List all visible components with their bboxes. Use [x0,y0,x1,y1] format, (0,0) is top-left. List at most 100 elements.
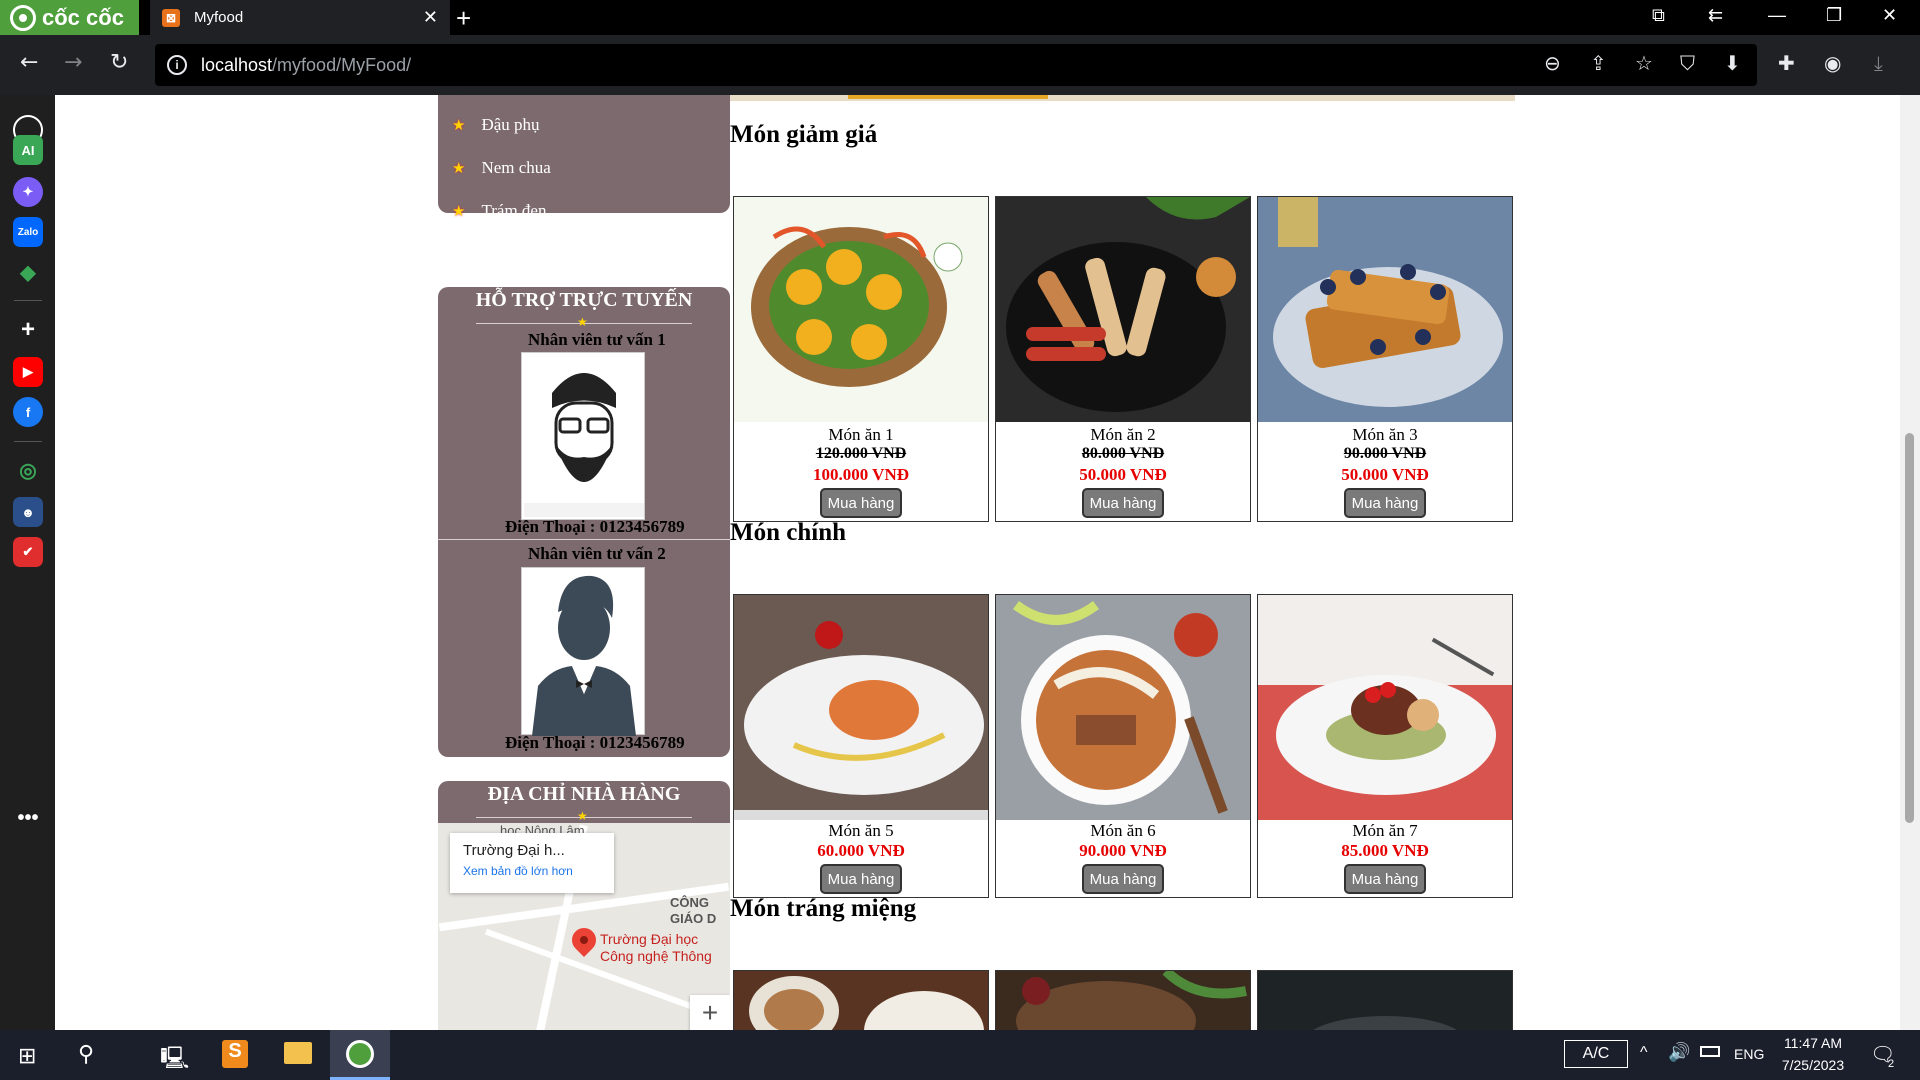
product-price: 90.000 VNĐ [1079,841,1167,860]
category-item-tram-den[interactable]: ★ Trám đen [452,201,546,221]
product-image [734,197,988,422]
forward-arrow-icon[interactable]: → [64,50,82,75]
scrollbar-thumb[interactable] [1905,433,1914,823]
sidebar-divider [14,300,42,301]
youtube-icon[interactable]: ▶ [13,357,43,387]
maximize-button[interactable]: ❐ [1826,5,1842,26]
ai-icon[interactable]: AI [13,135,43,165]
facebook-icon[interactable]: f [13,397,43,427]
zoom-out-icon[interactable]: ⊖ [1544,51,1561,75]
category-label: Nem chua [481,158,551,177]
product-card: Món ăn 7 85.000 VNĐ Mua hàng [1257,594,1513,898]
volume-icon[interactable]: 🔊 [1668,1042,1690,1063]
browser-tab-bar: cốc cốc ⊠ Myfood ✕ + ⧉ ⇇ — ❐ ✕ [0,0,1920,35]
windows-start-icon[interactable]: ⊞ [18,1043,36,1069]
product-old-price: 120.000 VNĐ [815,445,907,462]
profile-icon[interactable]: ◉ [1824,51,1841,75]
add-app-icon[interactable]: + [13,315,43,345]
sidebar-divider-2 [14,441,42,442]
back-arrow-icon[interactable]: ← [20,50,38,75]
staff-name-1: Nhân viên tư vấn 1 [528,330,666,349]
section-title-discount: Món giảm giá [730,121,878,148]
ime-indicator[interactable]: A/C [1564,1040,1628,1068]
close-tab-icon[interactable]: ✕ [423,7,438,28]
product-price: 85.000 VNĐ [1341,841,1429,860]
map-pin-label-line: Trường Đại học [600,931,699,947]
staff-divider [438,539,730,540]
zalo-icon[interactable]: Zalo [13,217,43,247]
product-card [733,970,989,1030]
staff-name-2: Nhân viên tư vấn 2 [528,544,666,563]
sublime-text-icon[interactable]: S [222,1040,248,1068]
this-pc-icon[interactable]: 🖳 [160,1041,189,1079]
buy-button[interactable]: Mua hàng [820,488,902,518]
downloads-icon[interactable]: ⤓ [1874,51,1883,75]
bookmark-star-icon[interactable]: ☆ [1635,51,1653,75]
extensions-icon[interactable]: ✚ [1778,51,1795,75]
reload-icon[interactable]: ↻ [110,50,128,75]
battery-icon[interactable] [1700,1046,1720,1057]
category-label: Trám đen [481,201,547,220]
buy-button[interactable]: Mua hàng [1344,488,1426,518]
product-price: 60.000 VNĐ [817,841,905,860]
star-icon: ★ [452,203,466,220]
staff-avatar-2 [521,567,645,736]
messenger-icon[interactable]: ✦ [13,177,43,207]
language-indicator[interactable]: ENG [1734,1046,1764,1062]
buy-button[interactable]: Mua hàng [1344,864,1426,894]
shield-icon[interactable]: ⛉ [1680,51,1695,75]
screen-capture-icon[interactable]: ⧉ [1652,5,1665,26]
view-larger-map-link[interactable]: Xem bản đồ lớn hơn [463,864,601,878]
star-icon: ★ [452,117,466,134]
address-bar[interactable]: i localhost/myfood/MyFood/ [155,44,1757,86]
category-item-clipped[interactable]: ★ [452,95,465,99]
product-name: Món ăn 2 [1090,425,1156,444]
staff-avatar-1 [521,352,645,520]
map-zoom-in-button[interactable]: + [690,995,730,1030]
map-pin-icon[interactable] [567,923,601,957]
minimize-button[interactable]: — [1768,5,1786,26]
page-viewport: ★ ★ Đậu phụ ★ Nem chua ★ Trám đen HỖ TRỢ TR… [55,95,1900,1030]
browser-sidebar: AI ✦ Zalo ◆ + ▶ f ◎ ☻ ✔ ••• [0,95,55,1030]
file-explorer-icon[interactable] [284,1042,312,1064]
page-scrollbar[interactable] [1900,95,1920,1030]
clock-time[interactable]: 11:47 AM [1772,1035,1854,1051]
star-icon: ★ [577,315,588,329]
site-info-icon[interactable]: i [167,55,187,75]
game-avatar-icon[interactable]: ☻ [13,497,43,527]
map-pin-label: Trường Đại học Công nghệ Thông [600,931,712,965]
game-icon[interactable]: ◆ [13,257,43,287]
tab-myfood[interactable]: ⊠ Myfood ✕ [150,0,450,35]
product-name: Món ăn 7 [1352,821,1418,840]
coccoc-menu-button[interactable]: cốc cốc [0,0,139,35]
buy-button[interactable]: Mua hàng [1082,864,1164,894]
google-map-embed[interactable]: học Nông Lâm CÔNG GIÁO D Trường Đại h...… [438,823,730,1030]
category-item-nem-chua[interactable]: ★ Nem chua [452,158,551,178]
todo-check-icon[interactable]: ✔ [13,537,43,567]
close-window-button[interactable]: ✕ [1882,5,1897,26]
url-path: /myfood/MyFood/ [272,54,412,75]
product-image [734,971,988,1030]
share-icon[interactable]: ⇪ [1590,51,1607,75]
coccoc-taskbar-icon [346,1040,374,1068]
map-place-label: CÔNG [670,895,709,910]
search-icon[interactable]: ⚲ [78,1041,94,1067]
tab-search-icon[interactable]: ⇇ [1708,5,1723,26]
product-image [1258,197,1512,422]
coccoc-app-icon[interactable]: ◎ [13,455,43,485]
chevron-up-icon[interactable]: ^ [1640,1044,1648,1062]
buy-button[interactable]: Mua hàng [1082,488,1164,518]
star-icon: ★ [452,160,466,177]
product-card [1257,970,1513,1030]
clock-date[interactable]: 7/25/2023 [1772,1057,1854,1073]
buy-button[interactable]: Mua hàng [820,864,902,894]
product-image [1258,971,1512,1030]
taskbar-coccoc-active[interactable] [330,1030,390,1080]
tab-title: Myfood [194,9,244,26]
product-image [996,197,1250,422]
product-card: Món ăn 3 90.000 VNĐ 50.000 VNĐ Mua hàng [1257,196,1513,522]
new-tab-button[interactable]: + [456,3,471,34]
savior-download-icon[interactable]: ⬇ [1724,51,1741,75]
category-item-dau-phu[interactable]: ★ Đậu phụ [452,115,540,135]
more-icon[interactable]: ••• [13,803,43,833]
